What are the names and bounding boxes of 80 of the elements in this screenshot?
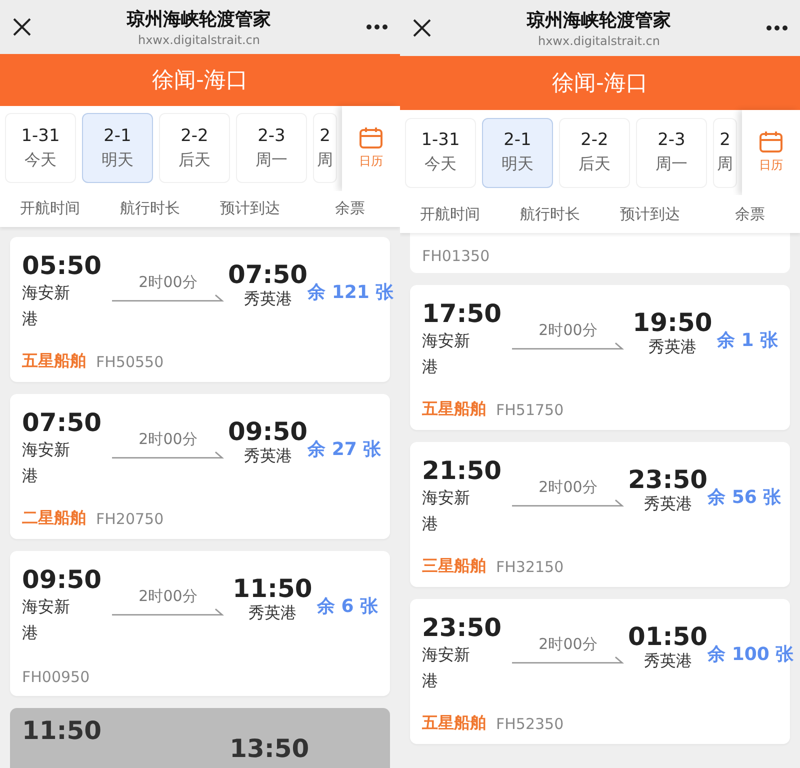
departure-port: 海安新港 bbox=[422, 330, 471, 378]
site-url: hxwx.digitalstrait.cn bbox=[538, 34, 660, 48]
trip-code: FH32150 bbox=[496, 558, 564, 576]
date-tab[interactable]: 2-2 后天 bbox=[159, 113, 230, 184]
route-title: 徐闻-海口 bbox=[552, 70, 648, 98]
trip-code: FH20750 bbox=[96, 510, 164, 528]
ship-class: 五星船舶 bbox=[422, 399, 486, 420]
arrival-time: 09:50 bbox=[228, 416, 308, 446]
column-header: 预计到达 bbox=[619, 204, 681, 224]
ship-class: 五星船舶 bbox=[422, 713, 486, 734]
ship-class: 三星船舶 bbox=[422, 556, 486, 577]
arrival-port: 秀英港 bbox=[248, 602, 296, 624]
date-tab[interactable]: 2-2 后天 bbox=[559, 118, 630, 188]
trip-card[interactable]: 11:50 13:50 bbox=[10, 708, 390, 768]
close-icon[interactable] bbox=[412, 18, 432, 38]
arrival-time: 11:50 bbox=[232, 574, 312, 602]
tickets-left: 余 6 张 bbox=[316, 594, 378, 618]
arrival-time: 07:50 bbox=[228, 260, 308, 288]
duration: 2时00分 bbox=[538, 478, 598, 497]
calendar-icon bbox=[359, 126, 383, 149]
route-title: 徐闻-海口 bbox=[152, 66, 248, 95]
calendar-icon bbox=[759, 131, 783, 153]
column-header: 预计到达 bbox=[219, 199, 281, 218]
duration: 2时00分 bbox=[138, 273, 198, 292]
app-title: 琼州海峡轮渡管家 bbox=[127, 8, 271, 31]
trip-code: FH51750 bbox=[496, 400, 564, 418]
departure-time: 11:50 bbox=[22, 716, 102, 745]
departure-time: 23:50 bbox=[422, 613, 503, 642]
departure-time: 21:50 bbox=[422, 456, 503, 485]
departure-time: 17:50 bbox=[422, 299, 503, 328]
date-tab[interactable]: 1-31 今天 bbox=[5, 113, 76, 184]
departure-time: 07:50 bbox=[22, 408, 103, 437]
more-icon[interactable] bbox=[366, 24, 388, 30]
app-title: 琼州海峡轮渡管家 bbox=[527, 9, 671, 32]
column-header: 航行时长 bbox=[119, 199, 181, 218]
close-icon[interactable] bbox=[12, 16, 32, 37]
duration: 2时00分 bbox=[538, 635, 598, 654]
trip-card[interactable]: FH01350 bbox=[410, 233, 790, 273]
departure-time: 05:50 bbox=[22, 251, 103, 280]
arrival-port: 秀英港 bbox=[648, 336, 696, 358]
ship-class: 五星船舶 bbox=[22, 351, 86, 372]
tickets-left: 余 27 张 bbox=[308, 438, 382, 460]
arrival-time: 01:50 bbox=[628, 622, 708, 650]
trip-code: FH52350 bbox=[496, 714, 564, 732]
tickets-left: 余 56 张 bbox=[708, 486, 782, 508]
arrival-port: 秀英港 bbox=[644, 494, 692, 514]
column-header: 余票 bbox=[334, 199, 366, 218]
departure-port: 海安新港 bbox=[22, 282, 71, 330]
arrival-time: 19:50 bbox=[632, 308, 712, 336]
arrival-time: 13:50 bbox=[230, 734, 310, 763]
date-tab[interactable]: 1-31 今天 bbox=[405, 118, 476, 188]
date-tab[interactable]: 2 周 bbox=[713, 118, 737, 188]
site-url: hxwx.digitalstrait.cn bbox=[138, 32, 260, 47]
arrival-port: 秀英港 bbox=[244, 446, 292, 466]
column-header: 开航时间 bbox=[19, 199, 81, 218]
arrival-port: 秀英港 bbox=[244, 288, 292, 310]
departure-port: 海安新港 bbox=[22, 439, 71, 487]
date-tab[interactable]: 2-1 明天 bbox=[82, 113, 153, 184]
column-header: 航行时长 bbox=[519, 204, 581, 224]
departure-time: 09:50 bbox=[22, 565, 103, 594]
more-icon[interactable] bbox=[766, 25, 788, 31]
departure-port: 海安新港 bbox=[422, 644, 471, 692]
duration: 2时00分 bbox=[138, 430, 198, 449]
arrival-time: 23:50 bbox=[628, 464, 708, 494]
trip-code: FH01350 bbox=[422, 247, 491, 265]
date-tab[interactable]: 2-3 周一 bbox=[636, 118, 707, 188]
departure-port: 海安新港 bbox=[22, 596, 71, 644]
ship-class: 二星船舶 bbox=[22, 508, 86, 529]
trip-code: FH00950 bbox=[22, 668, 90, 686]
duration: 2时00分 bbox=[538, 321, 598, 340]
tickets-left: 余 1 张 bbox=[716, 328, 778, 352]
arrival-port: 秀英港 bbox=[644, 650, 692, 672]
duration: 2时00分 bbox=[138, 587, 198, 606]
date-tab[interactable]: 2-3 周一 bbox=[236, 113, 307, 184]
date-tab[interactable]: 2 周 bbox=[313, 113, 337, 184]
departure-port: 海安新港 bbox=[422, 487, 471, 535]
trip-code: FH50550 bbox=[96, 352, 164, 370]
date-tab[interactable]: 2-1 明天 bbox=[482, 118, 553, 188]
column-header: 余票 bbox=[734, 204, 766, 224]
column-header: 开航时间 bbox=[419, 204, 481, 224]
